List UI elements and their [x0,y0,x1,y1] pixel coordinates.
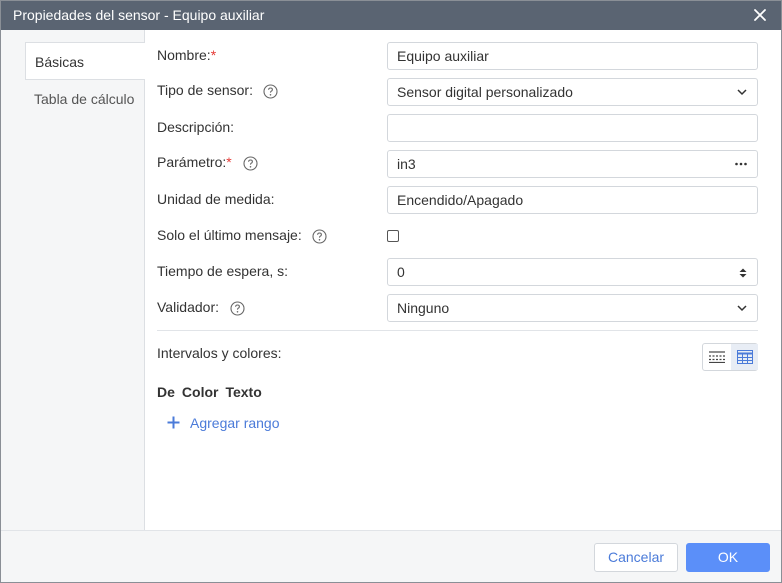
description-label: Descripción: [157,119,235,135]
required-marker: * [210,47,217,63]
plus-icon [167,416,180,429]
close-icon[interactable] [753,8,767,22]
sensor-properties-dialog: Propiedades del sensor - Equipo auxiliar… [0,0,782,583]
description-input[interactable] [387,114,758,142]
section-divider [157,330,758,331]
help-icon[interactable] [230,301,245,316]
tab-calculation-table[interactable]: Tabla de cálculo [25,80,145,118]
required-marker: * [226,154,232,170]
sensor-type-label: Tipo de sensor: [157,82,253,98]
column-from: De [157,384,175,400]
name-input[interactable]: Equipo auxiliar [387,42,758,70]
sensor-type-select[interactable]: Sensor digital personalizado [387,78,758,106]
table-view-button[interactable] [731,344,758,370]
dialog-footer: Cancelar OK [1,530,781,582]
timeout-label: Tiempo de espera, s: [157,263,288,279]
parameter-label: Parámetro:* [157,154,232,170]
help-icon[interactable] [243,156,258,171]
column-text: Texto [225,384,262,400]
validator-label: Validador: [157,299,220,315]
unit-label: Unidad de medida: [157,191,275,207]
parameter-input[interactable]: in3 [387,150,758,178]
interval-table-header: De Color Texto [157,384,269,400]
chevron-down-icon [737,89,747,96]
more-options-icon[interactable] [734,158,748,170]
add-range-label: Agregar rango [190,415,280,431]
tab-sidebar: Básicas Tabla de cálculo [1,30,145,530]
unit-input[interactable]: Encendido/Apagado [387,186,758,214]
help-icon[interactable] [263,84,278,99]
tab-basic[interactable]: Básicas [25,42,145,80]
ok-button[interactable]: OK [686,543,770,572]
spinner-arrows-icon[interactable] [738,267,748,279]
dialog-title: Propiedades del sensor - Equipo auxiliar [13,7,265,23]
chevron-down-icon [737,305,747,312]
scale-view-icon [709,351,725,363]
help-icon[interactable] [312,229,327,244]
timeout-value: 0 [397,264,405,280]
table-view-icon [737,350,753,364]
interval-view-toggle [702,343,758,371]
last-message-only-label: Solo el último mensaje: [157,227,302,243]
scale-view-button[interactable] [703,344,730,370]
name-label: Nombre:* [157,47,217,63]
last-message-only-checkbox[interactable] [387,230,399,242]
intervals-label: Intervalos y colores: [157,345,282,361]
column-color: Color [181,384,219,400]
validator-value: Ninguno [397,300,450,316]
parameter-value: in3 [397,156,416,172]
timeout-stepper[interactable]: 0 [387,258,758,286]
validator-select[interactable]: Ninguno [387,294,758,322]
dialog-titlebar: Propiedades del sensor - Equipo auxiliar [1,1,781,30]
sensor-type-value: Sensor digital personalizado [397,84,573,100]
cancel-button[interactable]: Cancelar [594,543,678,572]
